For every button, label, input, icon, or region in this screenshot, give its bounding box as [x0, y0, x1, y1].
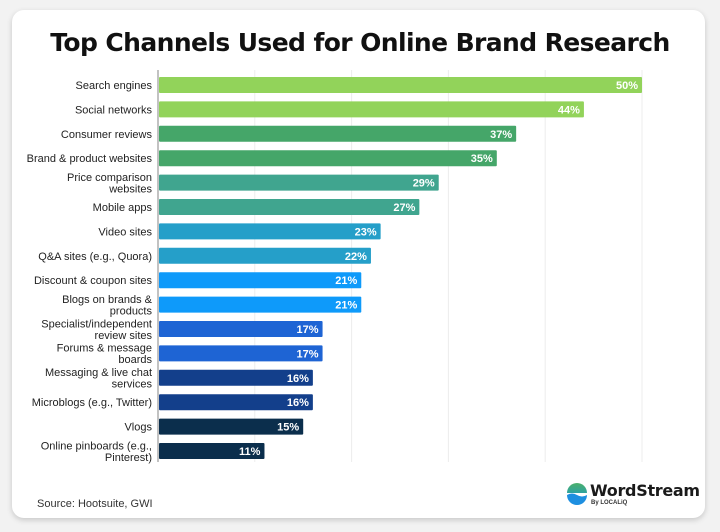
- source-note: Source: Hootsuite, GWI: [37, 498, 153, 510]
- brand-subtitle: By LOCALiQ: [591, 500, 628, 506]
- bar: [159, 199, 420, 215]
- bar-value-label: 23%: [355, 226, 377, 238]
- bar: [159, 223, 381, 240]
- wordstream-logo: WordStream By LOCALiQ: [566, 481, 700, 512]
- bar: [159, 272, 362, 289]
- category-label-line: Consumer reviews: [61, 129, 153, 141]
- category-label-line: Q&A sites (e.g., Quora): [38, 251, 152, 263]
- category-label: Q&A sites (e.g., Quora): [38, 251, 152, 263]
- bar-value-label: 44%: [558, 104, 580, 116]
- category-label-line: Video sites: [98, 226, 152, 238]
- bar: [159, 174, 439, 191]
- bar-value-label: 15%: [277, 422, 299, 434]
- category-label: Price comparison websites: [67, 172, 152, 196]
- bar-chart: 50% Search engines 44% Social networks 37% Co…: [27, 70, 643, 464]
- category-label-line: Messaging & live chat: [45, 367, 152, 379]
- category-label-line: Mobile apps: [93, 202, 153, 214]
- category-label: Brand & product websites: [27, 153, 153, 165]
- category-label: Messaging & live chat services: [45, 367, 152, 391]
- bar: [159, 296, 362, 313]
- category-label: Online pinboards (e.g., Pinterest): [41, 440, 152, 464]
- category-label-line: Online pinboards (e.g.,: [41, 440, 152, 452]
- category-label: Microblogs (e.g., Twitter): [32, 397, 152, 409]
- brand-name: WordStream: [590, 481, 700, 500]
- bar-value-label: 11%: [239, 446, 261, 458]
- bar-value-label: 22%: [345, 251, 367, 263]
- bar: [159, 77, 642, 93]
- category-label-line: services: [112, 379, 153, 391]
- bar: [159, 125, 517, 142]
- bar-value-label: 16%: [287, 373, 309, 385]
- bar-value-label: 21%: [335, 275, 357, 287]
- bar: [159, 150, 497, 167]
- bar-value-label: 17%: [297, 324, 319, 336]
- category-label-line: websites: [108, 183, 152, 195]
- category-label: Search engines: [76, 80, 153, 92]
- category-label: Vlogs: [124, 422, 152, 434]
- category-label-line: Pinterest): [105, 452, 152, 464]
- category-label: Social networks: [75, 104, 153, 116]
- category-label-line: products: [110, 305, 153, 317]
- category-label-line: Discount & coupon sites: [34, 275, 153, 287]
- category-label-line: boards: [118, 354, 152, 366]
- category-label: Forums & message boards: [57, 343, 153, 367]
- category-label-line: review sites: [95, 330, 153, 342]
- bar: [159, 247, 371, 264]
- category-label: Discount & coupon sites: [34, 275, 153, 287]
- category-label-line: Forums & message: [57, 343, 152, 355]
- category-label-line: Blogs on brands &: [62, 294, 153, 306]
- wordstream-wave-icon: [567, 483, 587, 505]
- category-label-line: Microblogs (e.g., Twitter): [32, 397, 152, 409]
- bar: [159, 101, 584, 118]
- category-label-line: Price comparison: [67, 172, 152, 184]
- category-label: Blogs on brands & products: [62, 294, 153, 318]
- bar-value-label: 35%: [471, 153, 493, 165]
- category-label-line: Vlogs: [124, 422, 152, 434]
- category-label-line: Specialist/independent: [41, 318, 152, 330]
- category-label-line: Brand & product websites: [27, 153, 153, 165]
- bar-value-label: 17%: [297, 348, 319, 360]
- category-label: Video sites: [98, 226, 152, 238]
- bar-value-label: 27%: [393, 202, 415, 214]
- category-label: Consumer reviews: [61, 129, 153, 141]
- category-label: Mobile apps: [93, 202, 153, 214]
- bar-value-label: 50%: [616, 80, 638, 92]
- bar-value-label: 29%: [413, 178, 435, 190]
- category-label-line: Social networks: [75, 104, 153, 116]
- category-label: Specialist/independent review sites: [41, 318, 152, 342]
- bar-value-label: 16%: [287, 397, 309, 409]
- bar-value-label: 37%: [490, 129, 512, 141]
- category-label-line: Search engines: [76, 80, 153, 92]
- bar-value-label: 21%: [335, 300, 357, 312]
